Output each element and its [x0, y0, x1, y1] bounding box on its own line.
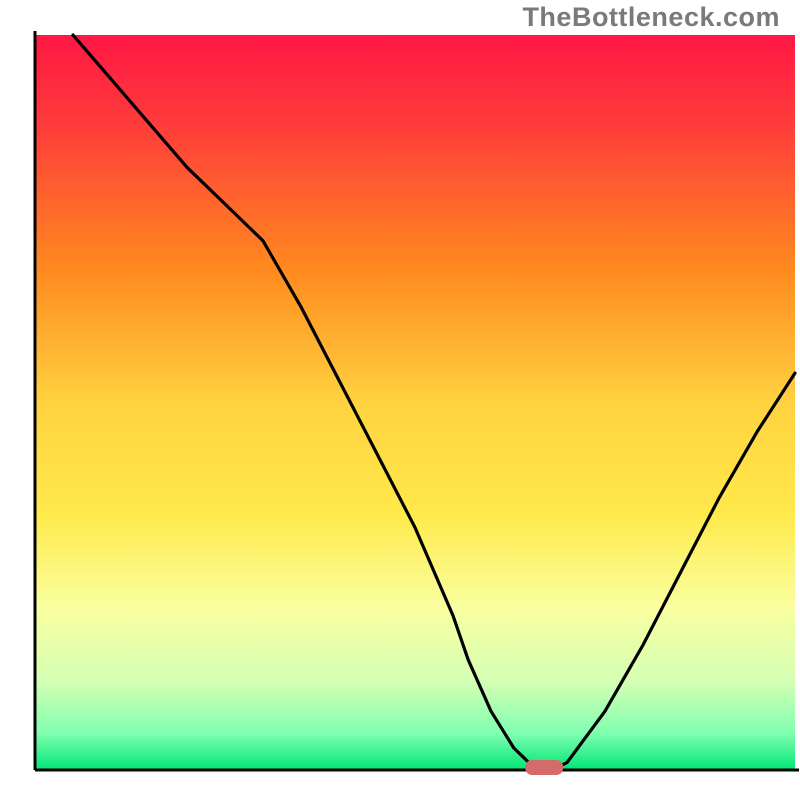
optimal-marker: [525, 760, 563, 775]
chart-container: TheBottleneck.com: [0, 0, 800, 800]
chart-svg: [0, 0, 800, 800]
watermark-text: TheBottleneck.com: [522, 2, 780, 33]
gradient-background: [35, 35, 795, 770]
